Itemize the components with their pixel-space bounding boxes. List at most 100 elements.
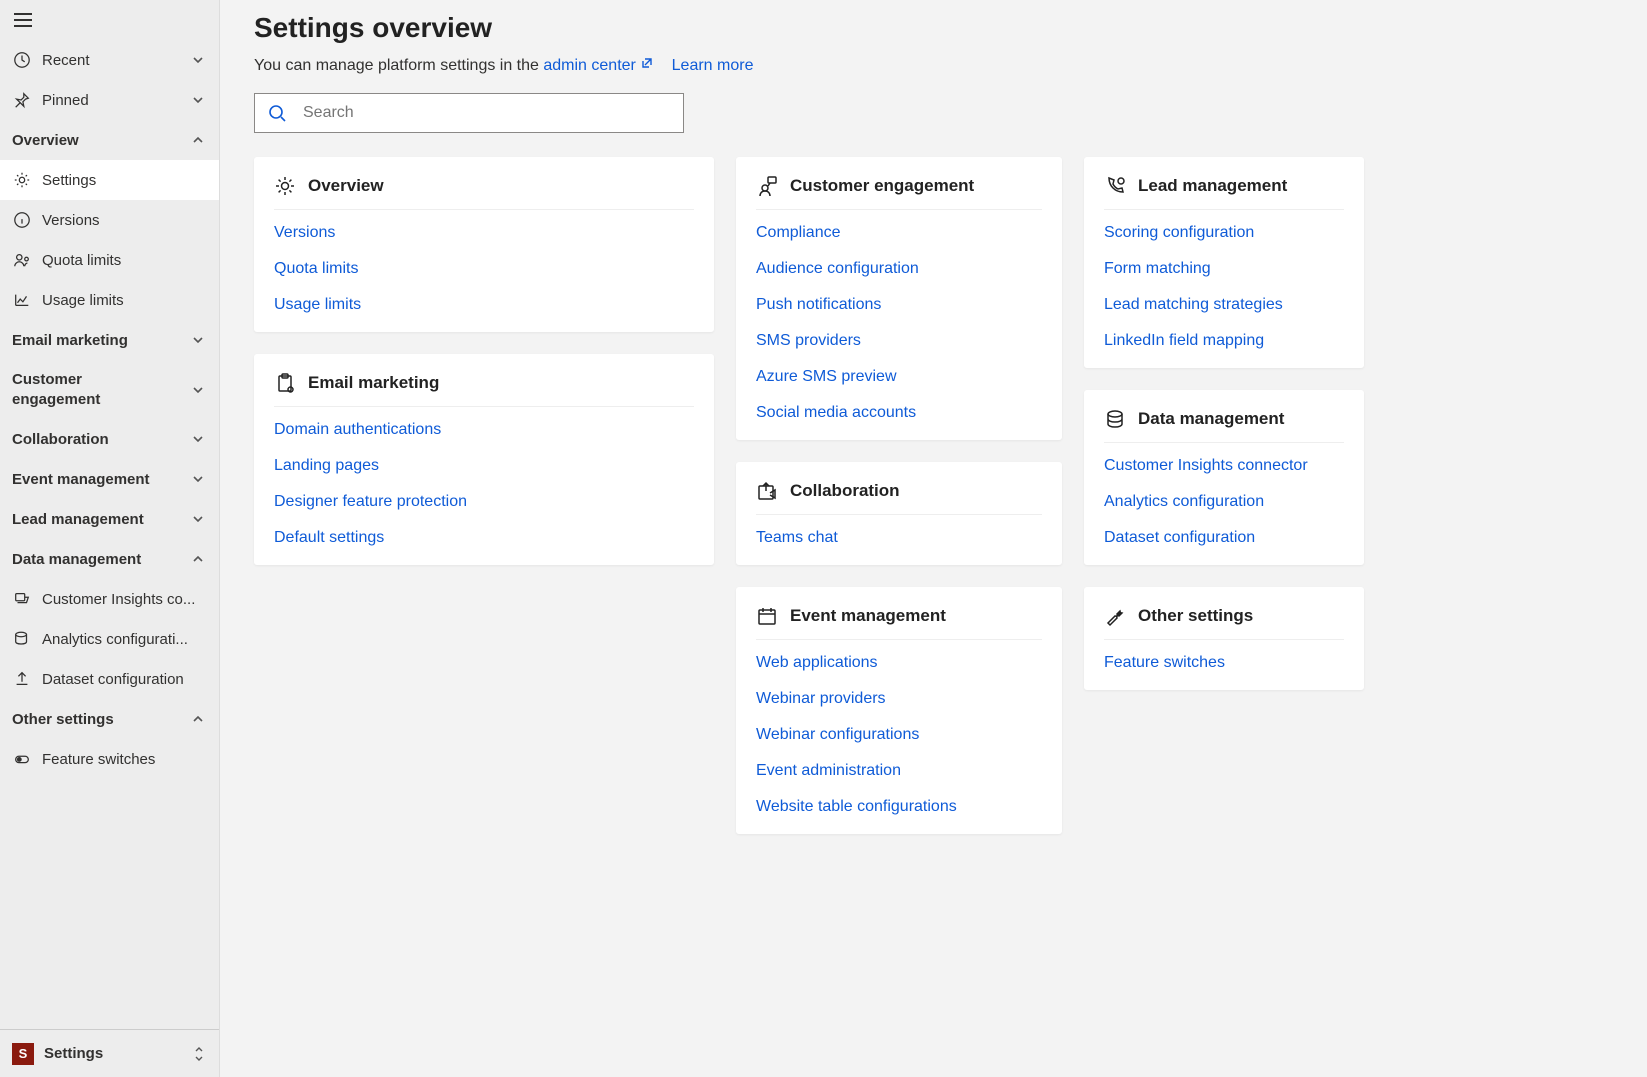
area-badge: S bbox=[12, 1043, 34, 1065]
sidebar-section-other-settings[interactable]: Other settings bbox=[0, 699, 219, 739]
upload-icon bbox=[12, 669, 32, 689]
sidebar-section-data-management[interactable]: Data management bbox=[0, 539, 219, 579]
sidebar-item-settings[interactable]: Settings bbox=[0, 160, 219, 200]
search-box[interactable] bbox=[254, 93, 684, 133]
hamburger-menu-icon[interactable] bbox=[14, 13, 32, 27]
card-title: Event management bbox=[790, 606, 946, 626]
sidebar-section-collaboration[interactable]: Collaboration bbox=[0, 419, 219, 459]
sidebar-label: Settings bbox=[42, 172, 96, 189]
card-title: Data management bbox=[1138, 409, 1284, 429]
clock-icon bbox=[12, 50, 32, 70]
link-sms-providers[interactable]: SMS providers bbox=[756, 332, 1042, 350]
chevron-up-icon bbox=[191, 712, 205, 726]
database-icon bbox=[1104, 408, 1126, 430]
sidebar-section-label: Collaboration bbox=[12, 431, 109, 448]
card-overview: Overview Versions Quota limits Usage lim… bbox=[254, 157, 714, 332]
sidebar-label: Recent bbox=[42, 52, 90, 69]
sidebar-section-label: Data management bbox=[12, 551, 141, 568]
sidebar-section-email-marketing[interactable]: Email marketing bbox=[0, 320, 219, 360]
sidebar-section-label: Email marketing bbox=[12, 332, 128, 349]
search-input[interactable] bbox=[303, 104, 671, 122]
share-icon bbox=[756, 480, 778, 502]
sidebar-item-analytics-config[interactable]: Analytics configurati... bbox=[0, 619, 219, 659]
people-icon bbox=[12, 250, 32, 270]
sidebar-item-recent[interactable]: Recent bbox=[0, 40, 219, 80]
link-lead-matching[interactable]: Lead matching strategies bbox=[1104, 296, 1344, 314]
link-domain-auth[interactable]: Domain authentications bbox=[274, 421, 694, 439]
link-quota-limits[interactable]: Quota limits bbox=[274, 260, 694, 278]
pin-icon bbox=[12, 90, 32, 110]
sidebar-section-label: Customerengagement bbox=[12, 370, 100, 409]
chevron-down-icon bbox=[191, 472, 205, 486]
link-teams-chat[interactable]: Teams chat bbox=[756, 529, 1042, 547]
link-scoring-config[interactable]: Scoring configuration bbox=[1104, 224, 1344, 242]
sidebar-label: Analytics configurati... bbox=[42, 631, 188, 648]
link-web-apps[interactable]: Web applications bbox=[756, 654, 1042, 672]
link-analytics-config[interactable]: Analytics configuration bbox=[1104, 493, 1344, 511]
link-webinar-providers[interactable]: Webinar providers bbox=[756, 690, 1042, 708]
sidebar-section-lead-management[interactable]: Lead management bbox=[0, 499, 219, 539]
sidebar-section-overview[interactable]: Overview bbox=[0, 120, 219, 160]
sidebar-section-event-management[interactable]: Event management bbox=[0, 459, 219, 499]
link-audience-config[interactable]: Audience configuration bbox=[756, 260, 1042, 278]
chevron-down-icon bbox=[191, 333, 205, 347]
link-feature-switches[interactable]: Feature switches bbox=[1104, 654, 1344, 672]
link-versions[interactable]: Versions bbox=[274, 224, 694, 242]
card-other-settings: Other settings Feature switches bbox=[1084, 587, 1364, 690]
clipboard-icon bbox=[274, 372, 296, 394]
sidebar-label: Feature switches bbox=[42, 751, 155, 768]
main-content: Settings overview You can manage platfor… bbox=[220, 0, 1647, 1077]
link-designer-protection[interactable]: Designer feature protection bbox=[274, 493, 694, 511]
card-event-management: Event management Web applications Webina… bbox=[736, 587, 1062, 834]
connector-icon bbox=[12, 589, 32, 609]
sidebar-item-dataset-config[interactable]: Dataset configuration bbox=[0, 659, 219, 699]
info-icon bbox=[12, 210, 32, 230]
sidebar-section-label: Overview bbox=[12, 132, 79, 149]
card-title: Overview bbox=[308, 176, 384, 196]
card-lead-management: Lead management Scoring configuration Fo… bbox=[1084, 157, 1364, 368]
card-title: Email marketing bbox=[308, 373, 439, 393]
link-usage-limits[interactable]: Usage limits bbox=[274, 296, 694, 314]
link-compliance[interactable]: Compliance bbox=[756, 224, 1042, 242]
link-azure-sms[interactable]: Azure SMS preview bbox=[756, 368, 1042, 386]
chart-icon bbox=[12, 290, 32, 310]
search-icon bbox=[267, 103, 287, 123]
sidebar-item-customer-insights[interactable]: Customer Insights co... bbox=[0, 579, 219, 619]
sidebar-label: Usage limits bbox=[42, 292, 124, 309]
link-form-matching[interactable]: Form matching bbox=[1104, 260, 1344, 278]
link-website-table[interactable]: Website table configurations bbox=[756, 798, 1042, 816]
sidebar: Recent Pinned Overview bbox=[0, 0, 220, 1077]
sidebar-item-quota[interactable]: Quota limits bbox=[0, 240, 219, 280]
link-social-media[interactable]: Social media accounts bbox=[756, 404, 1042, 422]
sidebar-item-pinned[interactable]: Pinned bbox=[0, 80, 219, 120]
page-title: Settings overview bbox=[254, 12, 1613, 44]
link-push-notifications[interactable]: Push notifications bbox=[756, 296, 1042, 314]
link-landing-pages[interactable]: Landing pages bbox=[274, 457, 694, 475]
link-ci-connector[interactable]: Customer Insights connector bbox=[1104, 457, 1344, 475]
sidebar-section-customer-engagement[interactable]: Customerengagement bbox=[0, 360, 219, 419]
sidebar-section-label: Event management bbox=[12, 471, 150, 488]
sidebar-item-feature-switches[interactable]: Feature switches bbox=[0, 739, 219, 779]
sidebar-item-versions[interactable]: Versions bbox=[0, 200, 219, 240]
learn-more-link[interactable]: Learn more bbox=[672, 57, 754, 74]
link-event-admin[interactable]: Event administration bbox=[756, 762, 1042, 780]
card-title: Lead management bbox=[1138, 176, 1287, 196]
link-default-settings[interactable]: Default settings bbox=[274, 529, 694, 547]
link-webinar-configs[interactable]: Webinar configurations bbox=[756, 726, 1042, 744]
chevron-down-icon bbox=[191, 432, 205, 446]
sidebar-label: Versions bbox=[42, 212, 100, 229]
toggle-icon bbox=[12, 749, 32, 769]
updown-icon bbox=[193, 1045, 207, 1063]
sidebar-label: Pinned bbox=[42, 92, 89, 109]
sidebar-label: Dataset configuration bbox=[42, 671, 184, 688]
card-customer-engagement: Customer engagement Compliance Audience … bbox=[736, 157, 1062, 440]
link-linkedin-mapping[interactable]: LinkedIn field mapping bbox=[1104, 332, 1344, 350]
admin-center-link[interactable]: admin center bbox=[543, 57, 654, 74]
sidebar-label: Quota limits bbox=[42, 252, 121, 269]
link-dataset-config[interactable]: Dataset configuration bbox=[1104, 529, 1344, 547]
database-icon bbox=[12, 629, 32, 649]
sidebar-item-usage[interactable]: Usage limits bbox=[0, 280, 219, 320]
sidebar-section-label: Other settings bbox=[12, 711, 114, 728]
sidebar-label: Customer Insights co... bbox=[42, 591, 195, 608]
area-switcher[interactable]: S Settings bbox=[0, 1029, 219, 1077]
